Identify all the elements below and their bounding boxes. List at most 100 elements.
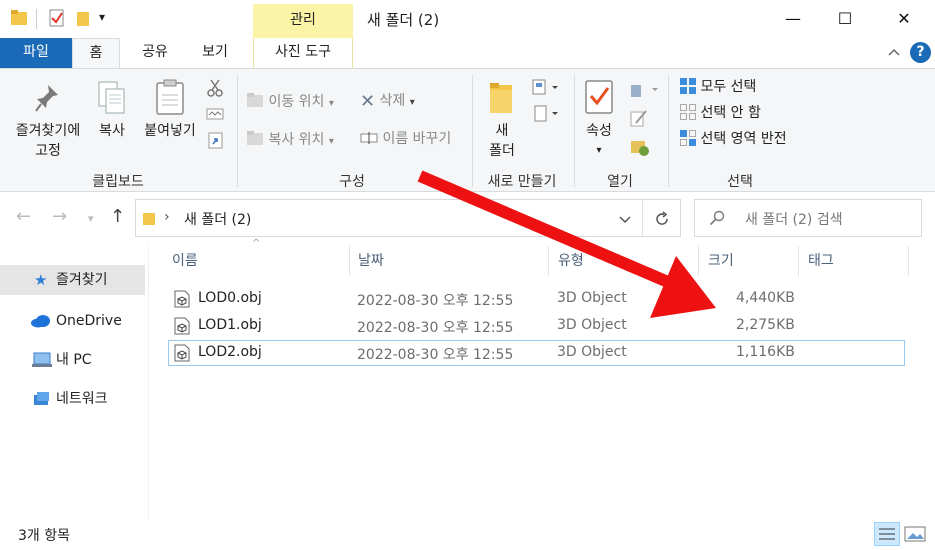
paste-shortcut-icon[interactable] xyxy=(208,131,224,149)
properties-label: 속성 xyxy=(586,123,612,139)
file-size: 1,116KB xyxy=(736,344,795,360)
column-header-tags[interactable]: 태그 xyxy=(808,250,834,270)
properties-quick-icon[interactable] xyxy=(48,9,66,27)
file-type: 3D Object xyxy=(557,344,627,360)
column-separator[interactable] xyxy=(798,246,799,276)
file-date: 2022-08-30 오후 12:55 xyxy=(357,293,514,309)
select-none-icon xyxy=(680,104,696,120)
close-button[interactable]: ✕ xyxy=(881,0,927,38)
separator xyxy=(36,9,37,29)
nav-item-quick-access[interactable]: ★ 즐겨찾기 xyxy=(0,265,145,295)
move-to-button[interactable]: 이동 위치 ▾ xyxy=(246,91,334,114)
select-all-button[interactable]: 모두 선택 xyxy=(680,77,756,97)
star-icon: ★ xyxy=(34,271,48,289)
cut-icon[interactable] xyxy=(206,79,224,97)
properties-button[interactable]: 속성 ▾ xyxy=(580,121,618,161)
breadcrumb-chevron-icon: › xyxy=(164,209,170,225)
group-separator xyxy=(237,75,238,187)
context-tab-manage[interactable]: 관리 xyxy=(253,4,353,38)
new-item-icon[interactable] xyxy=(532,79,560,97)
select-none-label: 선택 안 함 xyxy=(700,105,761,121)
paste-button[interactable]: 붙여넣기 xyxy=(138,121,202,141)
select-none-button[interactable]: 선택 안 함 xyxy=(680,103,761,123)
properties-icon xyxy=(585,80,613,114)
select-group-label: 선택 xyxy=(727,174,753,190)
tab-view[interactable]: 보기 xyxy=(192,38,238,68)
tab-share[interactable]: 공유 xyxy=(132,38,178,68)
3d-object-file-icon xyxy=(174,317,190,335)
nav-item-onedrive-label: OneDrive xyxy=(56,313,122,329)
file-row[interactable]: LOD1.obj 2022-08-30 오후 12:55 3D Object 2… xyxy=(168,313,905,339)
address-bar[interactable]: › 새 폴더 (2) xyxy=(135,199,681,237)
delete-x-icon: ✕ xyxy=(360,91,376,112)
nav-item-network-label: 네트워크 xyxy=(56,391,108,407)
file-size: 4,440KB xyxy=(736,290,795,306)
tab-picture-tools[interactable]: 사진 도구 xyxy=(253,38,353,68)
file-row[interactable]: LOD2.obj 2022-08-30 오후 12:55 3D Object 1… xyxy=(168,340,905,366)
edit-icon[interactable] xyxy=(630,109,648,127)
column-header-type[interactable]: 유형 xyxy=(558,250,584,270)
new-folder-quick-icon[interactable] xyxy=(74,9,92,27)
nav-item-this-pc-label: 내 PC xyxy=(56,352,92,368)
collapse-ribbon-icon[interactable] xyxy=(887,47,901,57)
search-placeholder: 새 폴더 (2) 검색 xyxy=(745,212,843,228)
file-date: 2022-08-30 오후 12:55 xyxy=(357,347,514,363)
breadcrumb-current-folder[interactable]: 새 폴더 (2) xyxy=(184,209,251,229)
back-button[interactable]: ← xyxy=(16,206,31,227)
help-button[interactable]: ? xyxy=(910,42,931,63)
invert-selection-button[interactable]: 선택 영역 반전 xyxy=(680,129,787,149)
status-item-count: 3개 항목 xyxy=(18,528,70,544)
pin-icon xyxy=(35,85,58,112)
details-view-icon[interactable] xyxy=(874,522,900,546)
sort-ascending-icon: ^ xyxy=(252,238,261,249)
file-name: LOD1.obj xyxy=(198,317,262,333)
column-header-date[interactable]: 날짜 xyxy=(358,250,384,270)
copy-icon xyxy=(98,81,125,114)
pin-quick-access-button[interactable]: 즐겨찾기에 고정 xyxy=(6,121,90,161)
file-size: 2,275KB xyxy=(736,317,795,333)
folder-icon xyxy=(143,213,155,225)
copy-to-button[interactable]: 복사 위치 ▾ xyxy=(246,129,334,152)
new-folder-button[interactable]: 새 폴더 xyxy=(482,121,522,161)
minimize-button[interactable]: — xyxy=(770,0,816,38)
tab-file[interactable]: 파일 xyxy=(0,38,72,68)
refresh-icon[interactable] xyxy=(653,210,671,228)
address-dropdown-icon[interactable] xyxy=(618,215,632,225)
cloud-icon xyxy=(31,315,50,328)
large-icons-view-icon[interactable] xyxy=(904,524,926,544)
copy-to-label: 복사 위치 xyxy=(268,132,325,148)
quick-access-dropdown-icon[interactable]: ▾ xyxy=(99,10,105,24)
recent-locations-button[interactable]: ▾ xyxy=(88,212,94,225)
group-separator xyxy=(668,75,669,187)
new-folder-icon xyxy=(490,83,512,113)
column-header-name[interactable]: 이름 xyxy=(172,250,198,270)
file-row[interactable]: LOD0.obj 2022-08-30 오후 12:55 3D Object 4… xyxy=(168,286,905,312)
rename-icon xyxy=(360,132,378,144)
copy-button[interactable]: 복사 xyxy=(94,121,130,141)
nav-item-onedrive[interactable]: OneDrive xyxy=(0,306,145,336)
copy-path-icon[interactable] xyxy=(206,107,224,121)
maximize-button[interactable]: ☐ xyxy=(822,0,868,38)
column-separator[interactable] xyxy=(548,246,549,276)
forward-button[interactable]: → xyxy=(52,206,67,227)
select-all-icon xyxy=(680,78,696,94)
history-icon[interactable] xyxy=(630,137,650,157)
tab-home[interactable]: 홈 xyxy=(72,38,120,68)
move-to-label: 이동 위치 xyxy=(268,94,325,110)
open-icon[interactable] xyxy=(630,81,660,99)
nav-item-network[interactable]: 네트워크 xyxy=(0,384,145,414)
nav-item-this-pc[interactable]: 내 PC xyxy=(0,345,145,375)
column-header-size[interactable]: 크기 xyxy=(708,250,734,270)
invert-selection-label: 선택 영역 반전 xyxy=(700,131,787,147)
column-separator[interactable] xyxy=(349,246,350,276)
search-box[interactable]: 새 폴더 (2) 검색 xyxy=(694,199,922,237)
up-button[interactable]: ↑ xyxy=(110,206,125,227)
file-name: LOD2.obj xyxy=(198,344,262,360)
title-bar: ▾ 관리 새 폴더 (2) — ☐ ✕ xyxy=(0,0,935,38)
column-separator[interactable] xyxy=(698,246,699,276)
easy-access-icon[interactable] xyxy=(532,105,560,123)
new-group-label: 새로 만들기 xyxy=(487,174,557,190)
rename-button[interactable]: 이름 바꾸기 xyxy=(360,129,451,149)
delete-button[interactable]: ✕ 삭제 ▾ xyxy=(360,91,415,113)
column-separator[interactable] xyxy=(908,246,909,276)
